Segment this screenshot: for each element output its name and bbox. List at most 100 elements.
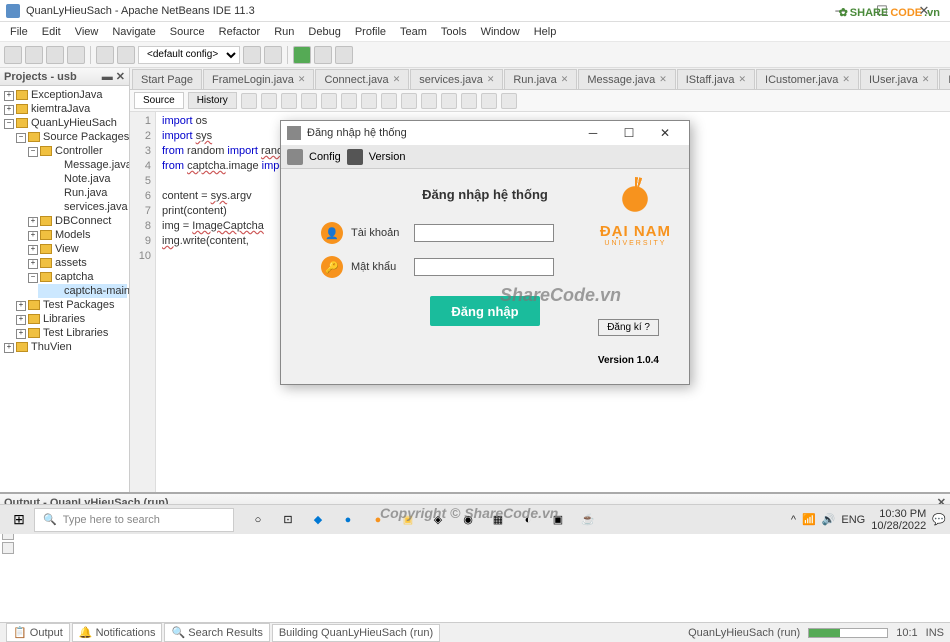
menu-run[interactable]: Run bbox=[268, 24, 300, 40]
open-icon[interactable] bbox=[46, 46, 64, 64]
tab-close-icon[interactable]: ✕ bbox=[842, 74, 850, 85]
editor-tab[interactable]: IStaff.java✕ bbox=[677, 69, 755, 89]
status-tab-notifications[interactable]: 🔔 Notifications bbox=[72, 623, 163, 642]
status-tab-building[interactable]: Building QuanLyHieuSach (run) bbox=[272, 624, 440, 642]
menu-edit[interactable]: Edit bbox=[36, 24, 67, 40]
tab-close-icon[interactable]: ✕ bbox=[487, 74, 495, 85]
editor-tool-icon[interactable] bbox=[261, 93, 277, 109]
tab-close-icon[interactable]: ✕ bbox=[393, 74, 401, 85]
editor-tab[interactable]: People_User.java✕ bbox=[939, 69, 950, 89]
tab-close-icon[interactable]: ✕ bbox=[922, 74, 930, 85]
editor-tool-icon[interactable] bbox=[501, 93, 517, 109]
editor-tool-icon[interactable] bbox=[381, 93, 397, 109]
editor-tool-icon[interactable] bbox=[281, 93, 297, 109]
taskbar-cortana-icon[interactable]: ○ bbox=[244, 506, 272, 534]
tray-network-icon[interactable]: 📶 bbox=[802, 513, 816, 526]
tree-node[interactable]: Test Packages bbox=[14, 298, 127, 312]
tree-leaf-selected[interactable]: captcha-main.py bbox=[38, 284, 127, 298]
taskbar-vscode-icon[interactable]: ◆ bbox=[304, 506, 332, 534]
tree-node[interactable]: Libraries bbox=[14, 312, 127, 326]
editor-tab[interactable]: IUser.java✕ bbox=[860, 69, 938, 89]
tree-node[interactable]: assets bbox=[26, 256, 127, 270]
tree-node[interactable]: captcha bbox=[26, 270, 127, 284]
editor-tab[interactable]: Message.java✕ bbox=[578, 69, 675, 89]
source-tab[interactable]: Source bbox=[134, 92, 184, 109]
config-select[interactable]: <default config> bbox=[138, 46, 240, 64]
dialog-minimize-button[interactable]: ─ bbox=[575, 121, 611, 145]
menu-navigate[interactable]: Navigate bbox=[106, 24, 161, 40]
tray-notifications-icon[interactable]: 💬 bbox=[932, 513, 946, 526]
menu-profile[interactable]: Profile bbox=[349, 24, 392, 40]
editor-tool-icon[interactable] bbox=[341, 93, 357, 109]
taskbar-app-icon[interactable]: ◉ bbox=[454, 506, 482, 534]
tree-leaf[interactable]: Message.java bbox=[38, 158, 127, 172]
tray-language-icon[interactable]: ENG bbox=[841, 514, 865, 526]
history-tab[interactable]: History bbox=[188, 92, 237, 109]
debug-icon[interactable] bbox=[314, 46, 332, 64]
menu-source[interactable]: Source bbox=[164, 24, 211, 40]
editor-tool-icon[interactable] bbox=[321, 93, 337, 109]
tree-node[interactable]: ThuVien bbox=[2, 340, 127, 354]
tree-node[interactable]: kiemtraJava bbox=[2, 102, 127, 116]
tab-close-icon[interactable]: ✕ bbox=[659, 74, 667, 85]
profile-icon[interactable] bbox=[335, 46, 353, 64]
save-all-icon[interactable] bbox=[67, 46, 85, 64]
editor-tab[interactable]: services.java✕ bbox=[410, 69, 503, 89]
editor-tool-icon[interactable] bbox=[441, 93, 457, 109]
register-button[interactable]: Đăng kí ? bbox=[598, 319, 659, 336]
taskbar-taskview-icon[interactable]: ⊡ bbox=[274, 506, 302, 534]
tree-node[interactable]: Models bbox=[26, 228, 127, 242]
panel-close-icon[interactable]: ▬ ✕ bbox=[102, 70, 125, 83]
password-input[interactable] bbox=[414, 258, 554, 276]
menu-help[interactable]: Help bbox=[528, 24, 563, 40]
editor-tool-icon[interactable] bbox=[401, 93, 417, 109]
login-button[interactable]: Đăng nhập bbox=[430, 296, 540, 326]
dialog-close-button[interactable]: ✕ bbox=[647, 121, 683, 145]
tree-node[interactable]: DBConnect bbox=[26, 214, 127, 228]
tray-volume-icon[interactable]: 🔊 bbox=[822, 513, 836, 526]
tree-node[interactable]: Source Packages bbox=[14, 130, 127, 144]
taskbar-app-icon[interactable]: ◈ bbox=[424, 506, 452, 534]
editor-tool-icon[interactable] bbox=[241, 93, 257, 109]
editor-tool-icon[interactable] bbox=[421, 93, 437, 109]
taskbar-search[interactable]: 🔍 Type here to search bbox=[34, 508, 234, 532]
editor-tab[interactable]: Start Page bbox=[132, 69, 202, 89]
tree-leaf[interactable]: Run.java bbox=[38, 186, 127, 200]
version-icon[interactable] bbox=[347, 149, 363, 165]
menu-team[interactable]: Team bbox=[394, 24, 433, 40]
tree-node[interactable]: Controller bbox=[26, 144, 127, 158]
config-icon[interactable] bbox=[287, 149, 303, 165]
clear-icon[interactable] bbox=[2, 542, 14, 554]
project-tree[interactable]: ExceptionJava kiemtraJava QuanLyHieuSach… bbox=[0, 86, 129, 492]
tab-close-icon[interactable]: ✕ bbox=[561, 74, 569, 85]
undo-icon[interactable] bbox=[96, 46, 114, 64]
taskbar-edge-icon[interactable]: ● bbox=[334, 506, 362, 534]
taskbar-firefox-icon[interactable]: ● bbox=[364, 506, 392, 534]
start-button[interactable]: ⊞ bbox=[4, 505, 34, 535]
editor-tab[interactable]: Connect.java✕ bbox=[315, 69, 409, 89]
tree-node[interactable]: View bbox=[26, 242, 127, 256]
username-input[interactable] bbox=[414, 224, 554, 242]
menu-view[interactable]: View bbox=[69, 24, 105, 40]
taskbar-netbeans-icon[interactable]: ▣ bbox=[544, 506, 572, 534]
tray-chevron-icon[interactable]: ^ bbox=[791, 514, 796, 526]
status-tab-search[interactable]: 🔍 Search Results bbox=[164, 623, 269, 642]
taskbar-java-icon[interactable]: ☕ bbox=[574, 506, 602, 534]
editor-tool-icon[interactable] bbox=[361, 93, 377, 109]
editor-tool-icon[interactable] bbox=[461, 93, 477, 109]
taskbar-app-icon[interactable]: ◐ bbox=[514, 506, 542, 534]
tab-close-icon[interactable]: ✕ bbox=[298, 74, 306, 85]
menu-file[interactable]: File bbox=[4, 24, 34, 40]
redo-icon[interactable] bbox=[117, 46, 135, 64]
tray-clock[interactable]: 10:30 PM10/28/2022 bbox=[871, 508, 926, 532]
tree-node[interactable]: ExceptionJava bbox=[2, 88, 127, 102]
editor-tab[interactable]: FrameLogin.java✕ bbox=[203, 69, 314, 89]
menu-refactor[interactable]: Refactor bbox=[213, 24, 267, 40]
tree-leaf[interactable]: services.java bbox=[38, 200, 127, 214]
new-file-icon[interactable] bbox=[4, 46, 22, 64]
editor-tool-icon[interactable] bbox=[481, 93, 497, 109]
menu-tools[interactable]: Tools bbox=[435, 24, 473, 40]
run-icon[interactable] bbox=[293, 46, 311, 64]
taskbar-app-icon[interactable]: ▦ bbox=[484, 506, 512, 534]
dialog-maximize-button[interactable]: ☐ bbox=[611, 121, 647, 145]
